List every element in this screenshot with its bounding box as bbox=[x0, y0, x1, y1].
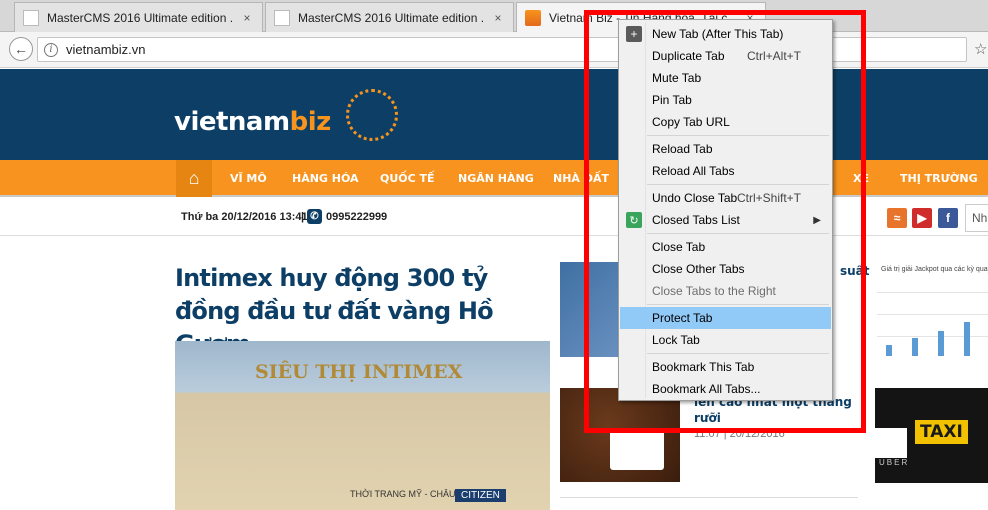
current-date: Thứ ba 20/12/2016 13:41 bbox=[181, 211, 308, 223]
back-arrow-icon[interactable]: ← bbox=[9, 37, 33, 61]
youtube-icon[interactable]: ▶ bbox=[912, 208, 932, 228]
side-story-headline-1[interactable]: suất bbox=[840, 264, 870, 278]
taxi-window bbox=[875, 428, 907, 458]
uber-text: UBER bbox=[879, 458, 910, 467]
url-text[interactable]: vietnambiz.vn bbox=[66, 42, 145, 57]
chart-bar bbox=[964, 322, 970, 356]
logo-dots-icon bbox=[346, 89, 398, 141]
info-bar: Thứ ba 20/12/2016 13:41 | ✆ 0995222999 bbox=[0, 199, 988, 236]
chart-caption: Giá trị giải Jackpot qua các kỳ quay bbox=[881, 266, 988, 273]
menu-item-lock-tab[interactable]: Lock Tab bbox=[620, 329, 831, 351]
tab-close-icon[interactable]: × bbox=[491, 11, 505, 25]
chart-bar bbox=[912, 338, 918, 356]
nav-thi-truong[interactable]: THỊ TRƯỜNG bbox=[900, 172, 978, 185]
site-header: vietnambiz bbox=[0, 69, 988, 160]
side-story-meta: 11:07 | 20/12/2016 bbox=[694, 428, 785, 440]
nav-ngan-hang[interactable]: NGÂN HÀNG bbox=[458, 172, 534, 185]
article-image[interactable]: SIÊU THỊ INTIMEX THỜI TRANG MỸ - CHÂU ÂU… bbox=[175, 341, 550, 510]
image-sign-text: SIÊU THỊ INTIMEX bbox=[255, 361, 463, 383]
menu-separator bbox=[647, 135, 829, 136]
date-separator: | bbox=[301, 211, 305, 223]
nav-nha-dat[interactable]: NHÀ ĐẤT bbox=[553, 172, 609, 185]
main-nav: ⌂ VĨ MÔ HÀNG HÓA QUỐC TẾ NGÂN HÀNG NHÀ Đ… bbox=[0, 160, 988, 197]
nav-quoc-te[interactable]: QUỐC TẾ bbox=[380, 172, 435, 185]
jackpot-chart-thumbnail[interactable]: Giá trị giải Jackpot qua các kỳ quay bbox=[877, 262, 988, 368]
menu-separator bbox=[647, 233, 829, 234]
menu-item-new-tab[interactable]: + New Tab (After This Tab) bbox=[620, 23, 831, 45]
menu-item-copy-tab-url[interactable]: Copy Tab URL bbox=[620, 111, 831, 133]
menu-separator bbox=[647, 184, 829, 185]
nav-vi-mo[interactable]: VĨ MÔ bbox=[230, 172, 267, 185]
menu-item-pin-tab[interactable]: Pin Tab bbox=[620, 89, 831, 111]
navigation-toolbar: ← i vietnambiz.vn ☆ bbox=[0, 32, 988, 68]
menu-item-closed-tabs-list[interactable]: ↻ Closed Tabs List ▶ bbox=[620, 209, 831, 231]
nav-hang-hoa[interactable]: HÀNG HÓA bbox=[292, 172, 359, 185]
tab-close-icon[interactable]: × bbox=[240, 11, 254, 25]
home-icon[interactable]: ⌂ bbox=[176, 160, 212, 197]
chart-gridline bbox=[877, 292, 988, 293]
chart-bar bbox=[938, 331, 944, 356]
phone-icon: ✆ bbox=[307, 209, 322, 224]
rss-icon[interactable]: ≈ bbox=[887, 208, 907, 228]
chart-gridline bbox=[877, 336, 988, 337]
star-icon[interactable]: ☆ bbox=[974, 40, 987, 58]
shortcut-text: Ctrl+Shift+T bbox=[736, 191, 801, 205]
menu-item-bookmark-all-tabs[interactable]: Bookmark All Tabs... bbox=[620, 378, 831, 400]
chart-gridline bbox=[877, 314, 988, 315]
menu-item-close-tabs-to-right: Close Tabs to the Right bbox=[652, 284, 776, 298]
menu-item-close-tab[interactable]: Close Tab bbox=[620, 236, 831, 258]
taxi-image[interactable]: TAXI UBER bbox=[875, 388, 988, 483]
coffee-scoop-graphic bbox=[610, 430, 664, 470]
vietnambiz-favicon-icon bbox=[525, 9, 541, 26]
chart-bar bbox=[886, 345, 892, 356]
menu-separator bbox=[647, 304, 829, 305]
tab-title: MasterCMS 2016 Ultimate edition ... bbox=[47, 10, 232, 25]
page-favicon-icon bbox=[274, 9, 290, 26]
menu-item-duplicate-tab[interactable]: Duplicate Tab Ctrl+Alt+T bbox=[620, 45, 831, 67]
taxi-sign: TAXI bbox=[915, 420, 968, 444]
page-favicon-icon bbox=[23, 9, 39, 26]
new-tab-icon: + bbox=[626, 26, 642, 42]
site-logo[interactable]: vietnambiz bbox=[174, 107, 331, 137]
menu-item-mute-tab[interactable]: Mute Tab bbox=[620, 67, 831, 89]
menu-item-close-other-tabs[interactable]: Close Other Tabs bbox=[620, 258, 831, 280]
info-icon[interactable]: i bbox=[44, 42, 58, 57]
search-input[interactable]: Nh bbox=[965, 204, 988, 232]
menu-separator bbox=[647, 353, 829, 354]
divider bbox=[560, 497, 858, 498]
tab-mastercms-1[interactable]: MasterCMS 2016 Ultimate edition ... × bbox=[14, 2, 263, 32]
facebook-icon[interactable]: f bbox=[938, 208, 958, 228]
tab-context-menu: + New Tab (After This Tab) Duplicate Tab… bbox=[618, 19, 833, 401]
tab-title: MasterCMS 2016 Ultimate edition ... bbox=[298, 10, 483, 25]
nav-xe[interactable]: XE bbox=[853, 172, 869, 185]
closed-tabs-list-icon: ↻ bbox=[626, 212, 642, 228]
image-banner-text: CITIZEN bbox=[455, 489, 506, 502]
menu-item-reload-all-tabs[interactable]: Reload All Tabs bbox=[620, 160, 831, 182]
tab-mastercms-2[interactable]: MasterCMS 2016 Ultimate edition ... × bbox=[265, 2, 514, 32]
menu-item-undo-close-tab[interactable]: Undo Close Tab Ctrl+Shift+T bbox=[620, 187, 831, 209]
shortcut-text: Ctrl+Alt+T bbox=[746, 49, 801, 63]
browser-window: MasterCMS 2016 Ultimate edition ... × Ma… bbox=[0, 0, 988, 510]
menu-item-protect-tab[interactable]: Protect Tab bbox=[620, 307, 831, 329]
tab-strip: MasterCMS 2016 Ultimate edition ... × Ma… bbox=[0, 0, 988, 32]
submenu-arrow-icon: ▶ bbox=[813, 214, 821, 226]
image-subsign-text: THỜI TRANG MỸ - CHÂU ÂU bbox=[350, 489, 471, 499]
hotline: ✆ 0995222999 bbox=[307, 209, 387, 224]
menu-item-bookmark-this-tab[interactable]: Bookmark This Tab bbox=[620, 356, 831, 378]
side-story-image-2[interactable] bbox=[560, 388, 680, 482]
menu-item-reload-tab[interactable]: Reload Tab bbox=[620, 138, 831, 160]
